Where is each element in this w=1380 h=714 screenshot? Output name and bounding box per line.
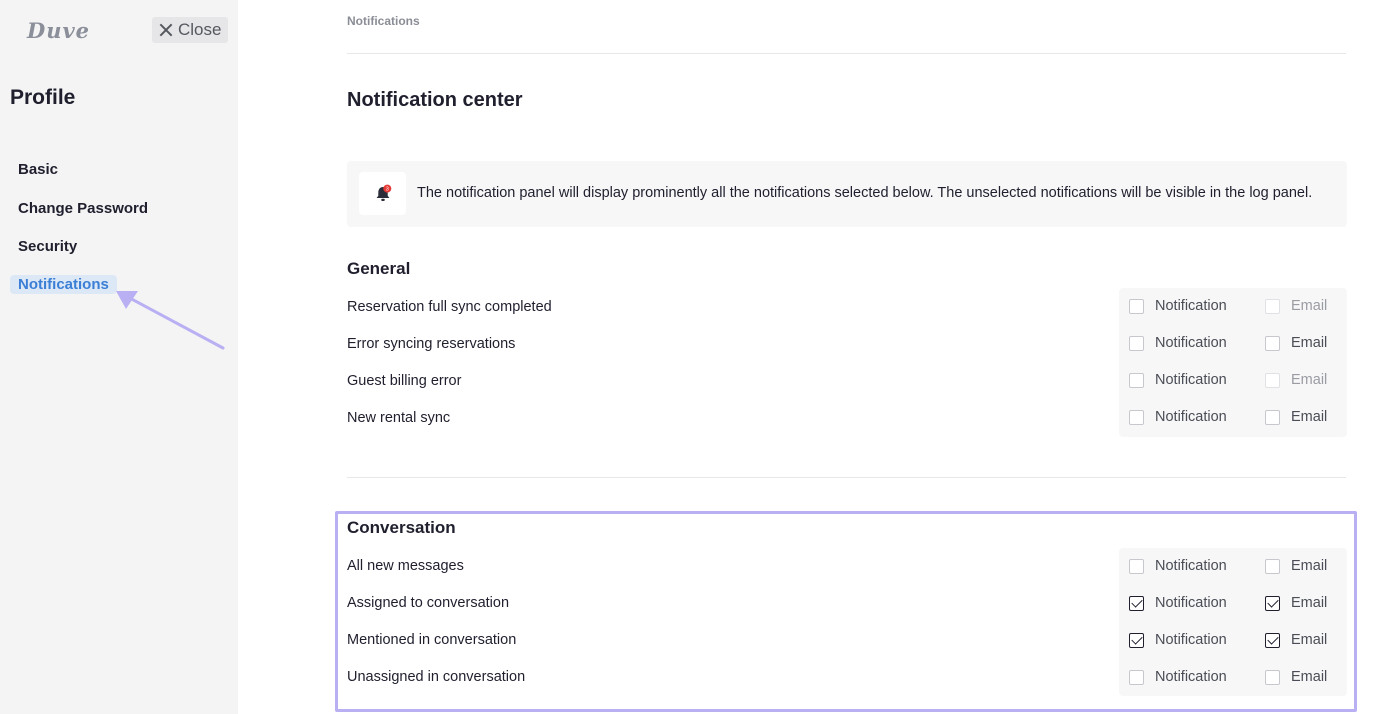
notification-checkbox[interactable]: Notification [1129,372,1227,388]
email-label: Email [1291,298,1328,314]
notification-label: Notification [1155,298,1227,314]
checkbox-box[interactable] [1265,409,1280,425]
sidebar-item-change-password[interactable]: Change Password [18,200,148,217]
annotation-arrow-icon [116,291,225,350]
row-label: Unassigned in conversation [347,669,526,685]
row-label: Guest billing error [347,373,462,389]
email-label: Email [1291,558,1328,574]
email-label: Email [1291,632,1328,648]
email-checkbox[interactable]: Email [1265,632,1327,648]
checkbox-box[interactable] [1265,335,1280,351]
row-label: All new messages [347,558,464,574]
checkbox-box[interactable] [1265,632,1280,648]
email-checkbox[interactable]: Email [1265,409,1327,425]
sidebar-item-security[interactable]: Security [18,238,77,255]
checkbox-box[interactable] [1265,298,1280,314]
row-label: Mentioned in conversation [347,632,517,648]
bell-badge-count: 3 [385,186,388,192]
checkbox-box[interactable] [1129,372,1144,388]
email-label: Email [1291,595,1328,611]
section-title-conversation: Conversation [347,518,456,537]
checkbox-box[interactable] [1129,335,1144,351]
email-label: Email [1291,669,1328,685]
info-box: 3 The notification panel will display pr… [347,161,1347,227]
notification-label: Notification [1155,632,1227,648]
notification-label: Notification [1155,335,1227,351]
checkbox-box[interactable] [1129,558,1144,574]
row-label: Error syncing reservations [347,336,516,352]
conversation-options-panel: Notification Email Notification Email No… [1119,548,1347,696]
email-label: Email [1291,409,1328,425]
general-options-panel: Notification Email Notification Email No… [1119,288,1347,437]
bell-icon: 3 [376,184,391,201]
row-label: New rental sync [347,410,451,426]
duve-logo: Duve [27,18,91,43]
profile-title: Profile [10,86,76,109]
section-title-general: General [347,259,411,278]
email-checkbox[interactable]: Email [1265,669,1327,685]
header-divider [347,53,1346,54]
notification-checkbox[interactable]: Notification [1129,632,1227,648]
notification-label: Notification [1155,409,1227,425]
checkbox-box[interactable] [1265,669,1280,685]
notification-checkbox[interactable]: Notification [1129,335,1227,351]
row-label: Reservation full sync completed [347,299,552,315]
checkbox-box[interactable] [1129,669,1144,685]
breadcrumb: Notifications [347,14,420,28]
section-divider [347,477,1346,478]
page-title: Notification center [347,89,523,111]
email-label: Email [1291,335,1328,351]
notification-checkbox[interactable]: Notification [1129,298,1227,314]
notification-label: Notification [1155,558,1227,574]
checkbox-box[interactable] [1265,595,1280,611]
checkbox-box[interactable] [1265,558,1280,574]
notification-label: Notification [1155,669,1227,685]
email-checkbox[interactable]: Email [1265,595,1327,611]
email-checkbox[interactable]: Email [1265,372,1327,388]
bell-container: 3 [359,172,406,215]
sidebar: Duve Close Profile Basic Change Password… [0,0,238,714]
close-button[interactable]: Close [152,17,228,43]
checkbox-box[interactable] [1129,632,1144,648]
sidebar-item-notifications[interactable]: Notifications [10,275,117,294]
notification-label: Notification [1155,372,1227,388]
checkbox-box[interactable] [1265,372,1280,388]
notification-checkbox[interactable]: Notification [1129,558,1227,574]
email-label: Email [1291,372,1328,388]
info-text: The notification panel will display prom… [417,185,1313,201]
sidebar-item-basic[interactable]: Basic [18,161,58,178]
email-checkbox[interactable]: Email [1265,335,1327,351]
notification-checkbox[interactable]: Notification [1129,409,1227,425]
email-checkbox[interactable]: Email [1265,558,1327,574]
close-icon [159,23,173,37]
notification-checkbox[interactable]: Notification [1129,669,1227,685]
close-label: Close [178,20,222,39]
notification-label: Notification [1155,595,1227,611]
checkbox-box[interactable] [1129,298,1144,314]
row-label: Assigned to conversation [347,595,510,611]
checkbox-box[interactable] [1129,409,1144,425]
checkbox-box[interactable] [1129,595,1144,611]
email-checkbox[interactable]: Email [1265,298,1327,314]
notification-checkbox[interactable]: Notification [1129,595,1227,611]
